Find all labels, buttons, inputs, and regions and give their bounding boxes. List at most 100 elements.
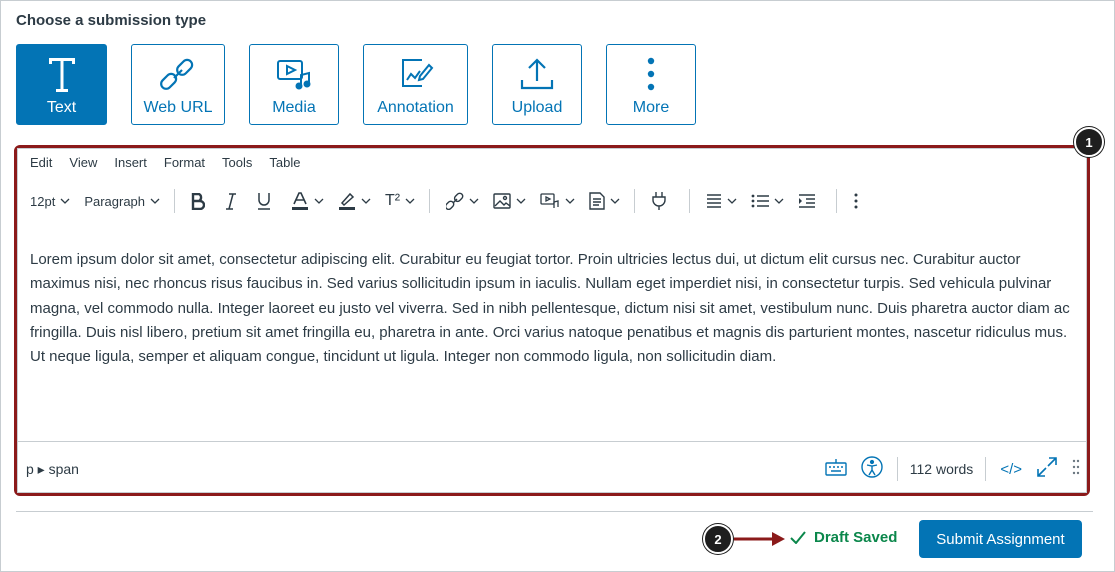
chevron-down-icon — [774, 198, 784, 204]
callout-arrow-icon — [734, 532, 785, 546]
keyboard-shortcuts-button[interactable] — [825, 458, 847, 481]
chevron-down-icon — [516, 198, 526, 204]
submission-type-heading: Choose a submission type — [16, 12, 207, 29]
keyboard-icon — [825, 458, 847, 476]
superscript-icon: T² — [385, 192, 401, 209]
toolbar-separator — [836, 189, 838, 213]
fullscreen-button[interactable] — [1036, 456, 1058, 483]
chevron-down-icon — [727, 198, 737, 204]
drag-handle-icon — [1072, 459, 1080, 474]
html-editor-toggle[interactable]: </> — [1000, 461, 1022, 478]
menu-insert[interactable]: Insert — [114, 155, 147, 170]
block-format-select[interactable]: Paragraph — [84, 194, 160, 209]
checkmark-icon — [790, 531, 806, 544]
insert-image-button[interactable] — [493, 193, 526, 209]
align-left-icon — [707, 194, 722, 208]
submission-type-upload-button[interactable]: Upload — [492, 44, 582, 125]
accessibility-icon — [861, 455, 883, 478]
toolbar-separator — [174, 189, 176, 213]
upload-icon — [519, 54, 555, 94]
chevron-down-icon — [565, 198, 575, 204]
align-button[interactable] — [706, 194, 737, 208]
media-icon — [276, 54, 312, 94]
superscript-button[interactable]: T² — [385, 192, 415, 210]
media-icon — [540, 193, 559, 208]
more-vertical-icon — [854, 193, 858, 209]
editor-content-area[interactable]: Lorem ipsum dolor sit amet, consectetur … — [30, 248, 1076, 369]
underline-button[interactable] — [257, 192, 271, 210]
editor-menubar: Edit View Insert Format Tools Table — [30, 155, 317, 170]
submission-type-label: Annotation — [377, 99, 454, 116]
draft-status-text: Draft Saved — [814, 529, 898, 546]
submit-assignment-button[interactable]: Submit Assignment — [919, 520, 1082, 558]
insert-document-button[interactable] — [589, 192, 620, 210]
font-size-value: 12pt — [30, 193, 56, 209]
indent-icon — [799, 194, 816, 208]
callout-badge-2: 2 — [703, 524, 733, 554]
toolbar-separator — [634, 189, 636, 213]
link-icon — [160, 54, 196, 94]
image-icon — [493, 193, 511, 209]
document-icon — [589, 192, 605, 210]
indent-button[interactable] — [798, 194, 816, 208]
resize-handle[interactable] — [1072, 459, 1080, 480]
menu-view[interactable]: View — [69, 155, 97, 170]
font-size-select[interactable]: 12pt — [30, 194, 70, 209]
text-color-icon — [292, 192, 309, 210]
editor-statusbar: p ▸ span 112 words </> — [18, 441, 1086, 493]
chevron-down-icon — [150, 198, 160, 204]
submission-type-label: More — [632, 99, 670, 116]
more-icon — [646, 54, 656, 94]
highlight-color-button[interactable] — [338, 192, 371, 210]
italic-button[interactable] — [225, 192, 237, 210]
statusbar-tools: 112 words </> — [825, 455, 1080, 483]
submission-type-list: Text Web URL Media Annotation Upload Mor… — [16, 44, 720, 125]
submission-type-label: Upload — [511, 99, 563, 116]
link-icon — [446, 192, 464, 210]
underline-icon — [258, 193, 271, 210]
submission-type-web-url-button[interactable]: Web URL — [131, 44, 225, 125]
insert-link-button[interactable] — [446, 192, 479, 210]
bold-button[interactable] — [191, 192, 206, 210]
apps-plugin-button[interactable] — [651, 191, 667, 211]
more-toolbar-button[interactable] — [853, 193, 859, 209]
chevron-down-icon — [361, 198, 371, 204]
statusbar-separator — [985, 457, 987, 481]
menu-format[interactable]: Format — [164, 155, 205, 170]
element-path[interactable]: p ▸ span — [26, 461, 79, 478]
rich-content-editor: Edit View Insert Format Tools Table 12pt… — [17, 148, 1087, 493]
footer-divider — [16, 511, 1093, 512]
menu-table[interactable]: Table — [269, 155, 300, 170]
menu-tools[interactable]: Tools — [222, 155, 252, 170]
expand-icon — [1037, 456, 1057, 477]
editor-toolbar: 12pt Paragraph T² — [18, 185, 1086, 217]
bold-icon — [191, 192, 206, 210]
word-count: 112 words — [909, 461, 974, 477]
toolbar-separator — [429, 189, 431, 213]
chevron-down-icon — [314, 198, 324, 204]
text-color-button[interactable] — [291, 192, 324, 210]
submission-type-label: Media — [272, 99, 316, 116]
block-format-value: Paragraph — [84, 193, 146, 209]
chevron-down-icon — [469, 198, 479, 204]
submission-type-text-button[interactable]: Text — [16, 44, 107, 125]
chevron-down-icon — [60, 198, 70, 204]
plug-icon — [652, 192, 666, 210]
insert-media-button[interactable] — [540, 193, 575, 209]
text-icon — [47, 54, 77, 94]
submission-type-media-button[interactable]: Media — [249, 44, 339, 125]
submission-type-more-button[interactable]: More — [606, 44, 696, 125]
accessibility-checker-button[interactable] — [861, 455, 883, 483]
menu-edit[interactable]: Edit — [30, 155, 52, 170]
submission-type-label: Web URL — [143, 99, 213, 116]
chevron-down-icon — [610, 198, 620, 204]
toolbar-separator — [689, 189, 691, 213]
highlighter-icon — [339, 192, 356, 210]
bullet-list-icon — [751, 194, 770, 208]
list-button[interactable] — [751, 194, 784, 208]
italic-icon — [226, 192, 237, 210]
chevron-down-icon — [405, 198, 415, 204]
statusbar-separator — [896, 457, 898, 481]
draft-status: Draft Saved — [790, 529, 897, 546]
submission-type-annotation-button[interactable]: Annotation — [363, 44, 468, 125]
